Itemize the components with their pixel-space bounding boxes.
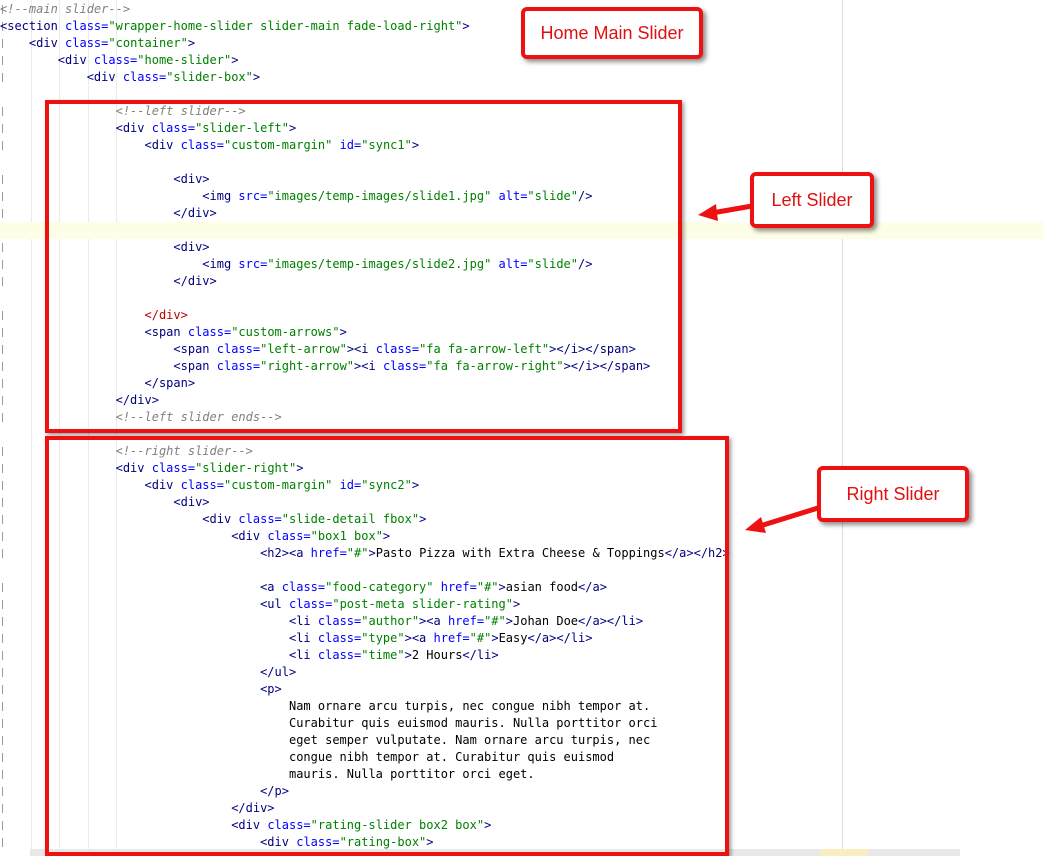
right-slider-arrow-icon [745,505,819,533]
left-slider-arrow-icon [698,203,753,221]
right-slider-callout: Right Slider [817,466,969,522]
callout-label: Left Slider [771,189,853,210]
callout-label: Home Main Slider [540,22,684,43]
home-main-slider-callout: Home Main Slider [521,7,703,59]
annotation-arrows [698,203,819,533]
left-slider-callout: Left Slider [750,172,874,228]
callout-label: Right Slider [846,483,940,504]
